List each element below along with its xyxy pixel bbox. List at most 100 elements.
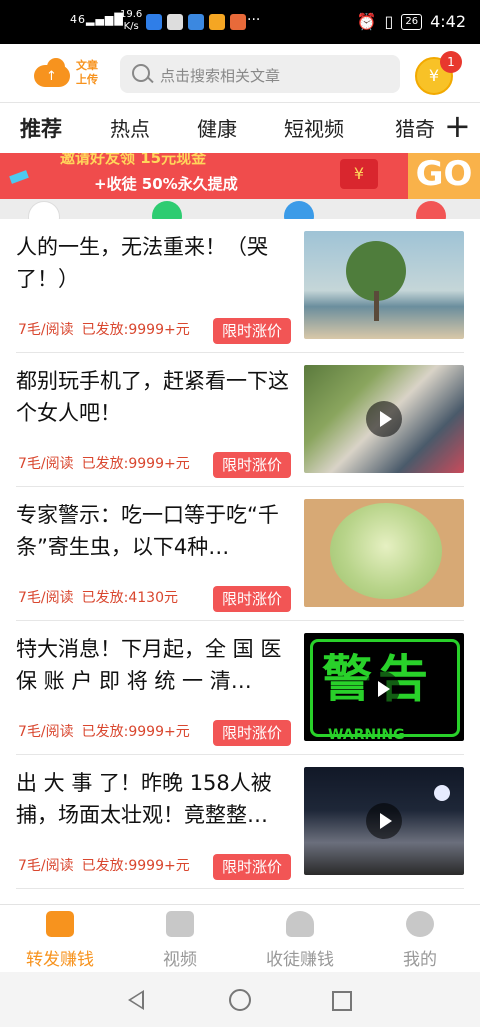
profile-icon (406, 911, 434, 937)
tab-short-video[interactable]: 短视频 (284, 113, 344, 142)
cabbage-image (330, 503, 442, 599)
nav-share-earn[interactable]: 转发赚钱 (0, 905, 120, 973)
red-envelope-icon: ¥ (340, 159, 378, 189)
article-paid: 已发放:4130元 (81, 590, 178, 606)
upload-label-line1: 文章 (76, 59, 98, 72)
more-notifications: ··· (247, 12, 261, 28)
category-tabs: 推荐 热点 健康 短视频 猎奇 + (0, 102, 480, 154)
price-rise-badge[interactable]: 限时涨价 (213, 854, 291, 880)
article-meta: 7毛/阅读 已发放:9999+元 (18, 721, 198, 741)
play-icon[interactable] (364, 671, 400, 707)
nav-video[interactable]: 视频 (120, 905, 240, 973)
tab-recommend[interactable]: 推荐 (20, 113, 62, 143)
status-bar: 46▂▄▆█ 19.6 K/s ··· ⏰ ▯ 26 4:42 (0, 0, 480, 44)
clock: 4:42 (430, 12, 466, 31)
banner-line2: +收徒 50%永久提成 (94, 175, 238, 193)
app-icon-red (230, 14, 246, 30)
nav-label: 转发赚钱 (26, 950, 94, 970)
wechat-share-icon[interactable] (152, 201, 182, 219)
signal-indicator: 46▂▄▆█ (70, 13, 124, 26)
recent-apps-icon[interactable] (332, 991, 352, 1011)
price-rise-badge[interactable]: 限时涨价 (213, 318, 291, 344)
speed-value: 19.6 (120, 9, 143, 20)
article-title: 都别玩手机了，赶紧看一下这个女人吧！ (16, 369, 289, 425)
price-rise-badge[interactable]: 限时涨价 (213, 452, 291, 478)
app-icon-blue (188, 14, 204, 30)
shortcut-icon-red[interactable] (416, 201, 446, 219)
price-rise-badge[interactable]: 限时涨价 (213, 586, 291, 612)
network-speed: 19.6 K/s (120, 9, 142, 33)
app-icon-orange (209, 14, 225, 30)
shortcut-icon[interactable] (28, 201, 60, 219)
upload-cloud-icon: ↑ (34, 58, 70, 87)
article-price: 7毛/阅读 (18, 322, 74, 338)
confetti-decoration (9, 170, 29, 184)
tree-trunk (374, 291, 379, 321)
article-thumbnail: 警告 WARNING (304, 633, 464, 741)
invite-user-icon (286, 911, 314, 937)
article-item[interactable]: 都别玩手机了，赶紧看一下这个女人吧！ 7毛/阅读 已发放:9999+元 限时涨价 (0, 353, 480, 487)
notification-icons (146, 14, 246, 30)
article-title: 人的一生，无法重来！（哭了！） (16, 235, 268, 291)
article-paid: 已发放:9999+元 (81, 858, 190, 874)
bottom-nav: 转发赚钱 视频 收徒赚钱 我的 (0, 904, 480, 973)
light-source (434, 785, 450, 801)
article-item[interactable]: 人的一生，无法重来！（哭了！） 7毛/阅读 已发放:9999+元 限时涨价 (0, 219, 480, 353)
nav-label: 收徒赚钱 (266, 950, 334, 970)
article-title: 专家警示：吃一口等于吃“千条”寄生虫，以下4种… (16, 503, 279, 559)
upload-label-line2: 上传 (76, 73, 98, 86)
article-title: 特大消息！下月起，全 国 医 保 账 户 即 将 统 一 清… (16, 637, 282, 693)
article-price: 7毛/阅读 (18, 456, 74, 472)
wechat-icon (167, 14, 183, 30)
article-paid: 已发放:9999+元 (81, 724, 190, 740)
article-title: 出 大 事 了！昨晚 158人被捕，场面太壮观！竟整整… (16, 771, 272, 827)
share-earn-icon (46, 911, 74, 937)
browser-share-icon[interactable] (284, 201, 314, 219)
search-icon (132, 64, 150, 82)
nav-label: 我的 (403, 950, 437, 970)
price-rise-badge[interactable]: 限时涨价 (213, 720, 291, 746)
article-meta: 7毛/阅读 已发放:4130元 (18, 587, 186, 607)
article-price: 7毛/阅读 (18, 858, 74, 874)
alarm-icon: ⏰ (356, 12, 377, 31)
article-meta: 7毛/阅读 已发放:9999+元 (18, 319, 198, 339)
shortcut-strip (0, 199, 480, 219)
article-item[interactable]: 出 大 事 了！昨晚 158人被捕，场面太壮观！竟整整… 7毛/阅读 已发放:99… (0, 755, 480, 889)
article-price: 7毛/阅读 (18, 724, 74, 740)
article-upload-button[interactable]: ↑ 文章 上传 (34, 58, 104, 91)
upload-label: 文章 上传 (76, 59, 98, 87)
article-thumbnail (304, 499, 464, 607)
article-meta: 7毛/阅读 已发放:9999+元 (18, 855, 198, 875)
tab-hot[interactable]: 热点 (110, 113, 150, 142)
article-thumbnail (304, 231, 464, 339)
back-icon[interactable] (128, 990, 144, 1010)
video-icon (166, 911, 194, 937)
add-tab-icon[interactable]: + (440, 110, 471, 142)
nav-invite[interactable]: 收徒赚钱 (240, 905, 360, 973)
nav-label: 视频 (163, 950, 197, 970)
home-icon[interactable] (229, 989, 251, 1011)
article-item[interactable]: 特大消息！下月起，全 国 医 保 账 户 即 将 统 一 清… 7毛/阅读 已发放… (0, 621, 480, 755)
play-icon[interactable] (366, 401, 402, 437)
article-price: 7毛/阅读 (18, 590, 74, 606)
battery-indicator: 26 (401, 13, 423, 30)
article-thumbnail (304, 365, 464, 473)
article-paid: 已发放:9999+元 (81, 322, 190, 338)
article-item[interactable]: 专家警示：吃一口等于吃“千条”寄生虫，以下4种… 7毛/阅读 已发放:4130元 … (0, 487, 480, 621)
play-icon[interactable] (366, 803, 402, 839)
article-thumbnail (304, 767, 464, 875)
search-placeholder: 点击搜索相关文章 (160, 67, 281, 85)
nav-profile[interactable]: 我的 (360, 905, 480, 973)
warning-subtext: WARNING (328, 727, 405, 741)
tab-health[interactable]: 健康 (197, 113, 237, 142)
banner-line1: 邀请好友领 15元现金 (60, 153, 207, 167)
tab-curious[interactable]: 猎奇 (395, 113, 435, 142)
search-bar[interactable]: 点击搜索相关文章 (120, 55, 400, 93)
banner-go-button[interactable]: GO (408, 153, 480, 199)
speed-unit: K/s (123, 21, 139, 32)
divider (16, 888, 464, 889)
app-header: ↑ 文章 上传 点击搜索相关文章 ¥ 1 (0, 44, 480, 102)
invite-banner[interactable]: 邀请好友领 15元现金 +收徒 50%永久提成 ¥ GO (0, 153, 480, 199)
signal-text: 46 (70, 13, 86, 26)
article-paid: 已发放:9999+元 (81, 456, 190, 472)
